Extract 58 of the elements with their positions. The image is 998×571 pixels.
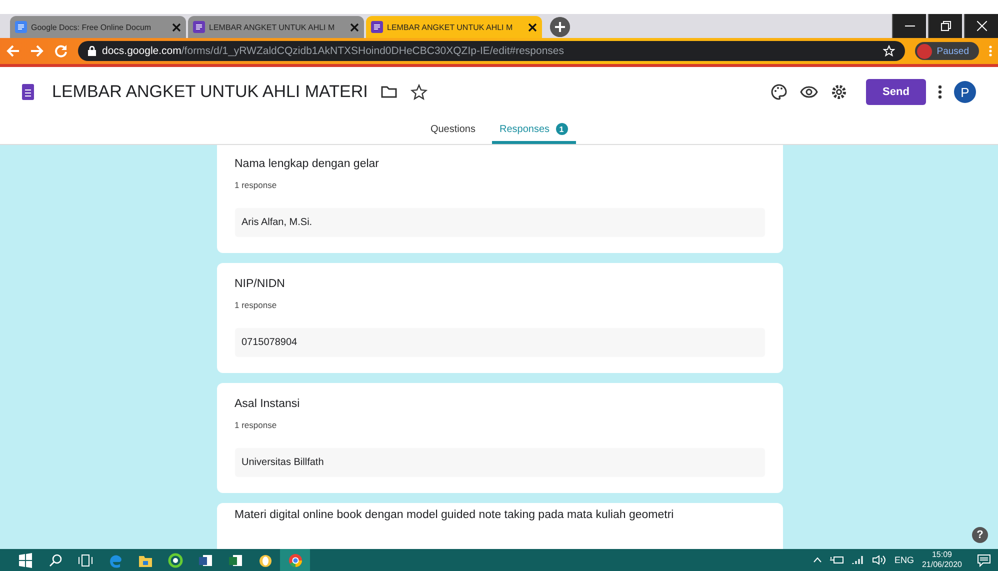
back-arrow-icon[interactable]	[6, 44, 20, 58]
browser-tab[interactable]: LEMBAR ANGKET UNTUK AHLI M	[366, 16, 542, 38]
close-icon[interactable]	[350, 22, 359, 32]
url-text: docs.google.com/forms/d/1_yRWZaldCQzidb1AkNTXSHoind0DHeCBC30XQZIp-IE/edit#responses	[102, 45, 564, 57]
settings-icon[interactable]	[830, 83, 848, 101]
word-icon[interactable]	[198, 552, 212, 568]
question-title: Materi digital online book dengan model guided note taking pada mata kuliah geometri	[234, 509, 675, 521]
forms-icon	[371, 21, 383, 33]
form-title[interactable]: LEMBAR ANGKET UNTUK AHLI MATERI	[52, 82, 368, 102]
answer-text: Aris Alfan, M.Si.	[234, 208, 764, 237]
lock-icon	[88, 46, 96, 56]
browser-tab[interactable]: LEMBAR ANGKET UNTUK AHLI M	[188, 16, 364, 38]
close-icon[interactable]	[528, 22, 537, 32]
app-icon[interactable]	[258, 552, 272, 568]
chrome-icon[interactable]	[288, 552, 302, 568]
forward-arrow-icon[interactable]	[30, 44, 44, 58]
response-count: 1 response	[234, 420, 278, 430]
help-button[interactable]: ?	[972, 527, 988, 543]
star-icon[interactable]	[410, 83, 428, 101]
plus-icon[interactable]	[550, 17, 570, 37]
response-count: 1 response	[234, 300, 278, 310]
reload-icon[interactable]	[54, 44, 68, 58]
language-indicator[interactable]: ENG	[894, 555, 914, 565]
answer-text: Universitas Billfath	[234, 448, 764, 477]
battery-plug-icon[interactable]	[830, 555, 844, 565]
speaker-icon[interactable]	[872, 555, 886, 565]
profile-button[interactable]: Paused	[914, 42, 979, 60]
forms-icon[interactable]	[22, 84, 34, 100]
close-icon	[976, 21, 986, 31]
response-count: 1 response	[234, 180, 278, 190]
restore-icon	[940, 21, 950, 31]
palette-icon[interactable]	[770, 83, 788, 101]
close-button[interactable]	[964, 14, 998, 38]
windows-start-icon[interactable]	[18, 552, 32, 568]
send-button[interactable]: Send	[866, 79, 926, 105]
question-title: Asal Instansi	[234, 398, 301, 410]
search-icon[interactable]	[48, 552, 62, 568]
browser-tab[interactable]: Google Docs: Free Online Docum	[10, 16, 186, 38]
forms-icon	[193, 21, 205, 33]
answer-text: 0715078904	[234, 328, 764, 357]
form-tab[interactable]: Questions	[422, 117, 484, 144]
notification-icon[interactable]	[977, 554, 991, 566]
close-icon[interactable]	[172, 22, 181, 32]
clock[interactable]: 15:09 21/06/2020	[922, 550, 962, 570]
signal-icon[interactable]	[852, 555, 864, 565]
avatar	[916, 44, 932, 58]
chevron-up-icon[interactable]	[813, 557, 822, 563]
account-avatar[interactable]: P	[954, 81, 976, 103]
docs-icon	[15, 21, 27, 33]
restore-button[interactable]	[928, 14, 962, 38]
excel-icon[interactable]	[228, 552, 242, 568]
app-icon[interactable]	[168, 552, 182, 568]
question-title: NIP/NIDN	[234, 278, 286, 290]
task-view-icon[interactable]	[78, 552, 92, 568]
more-options-icon[interactable]	[938, 84, 942, 100]
count-badge: 1	[556, 123, 568, 135]
question-title: Nama lengkap dengan gelar	[234, 158, 380, 170]
address-bar[interactable]: docs.google.com/forms/d/1_yRWZaldCQzidb1AkNTXSHoind0DHeCBC30XQZIp-IE/edit#responses	[78, 41, 905, 61]
